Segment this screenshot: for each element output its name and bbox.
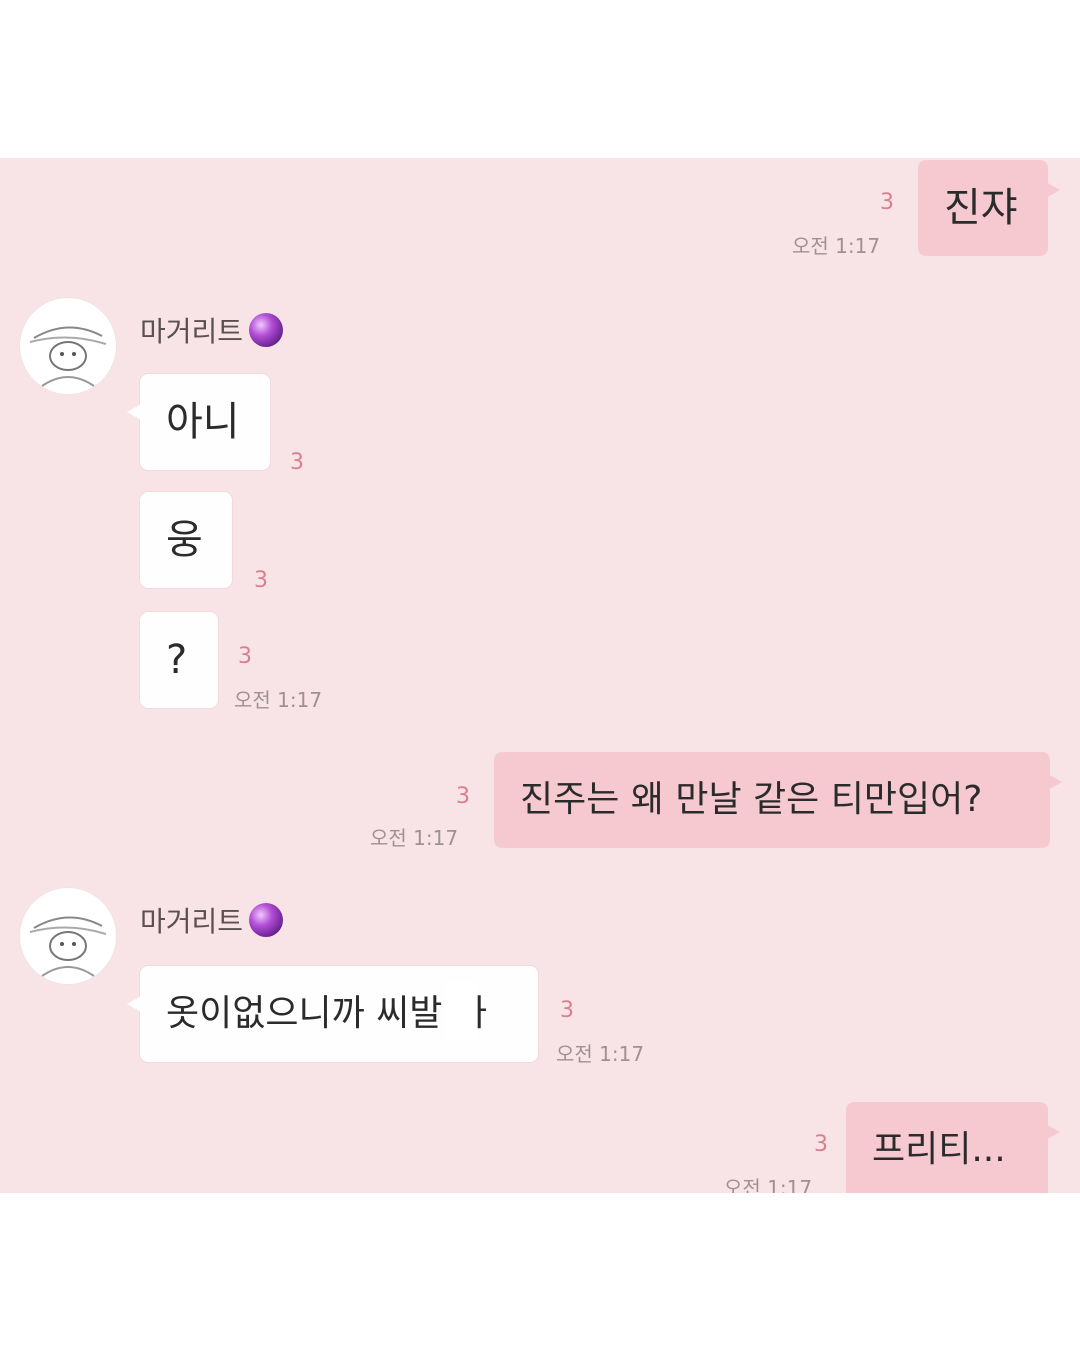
message-text: 프리티... <box>872 1129 1006 1170</box>
message-text: 아니 <box>166 399 240 445</box>
avatar[interactable] <box>20 298 116 394</box>
purple-gem-icon <box>249 313 284 347</box>
unread-count: 3 <box>814 1132 828 1157</box>
avatar[interactable] <box>20 888 116 984</box>
avatar-drawing-icon <box>29 916 107 977</box>
message-text: 진주는 왜 만날 같은 티만입어? <box>520 779 983 820</box>
unread-count: 3 <box>880 190 894 215</box>
chat-area: 3 오전 1:17 진쟈 마거리트 아니 3 웅 3 ? 3 오전 1:17 3… <box>0 158 1080 1193</box>
message-time: 오전 1:17 <box>370 826 459 850</box>
message-bubble-incoming[interactable]: ? <box>140 612 218 708</box>
message-time: 오전 1:17 <box>792 234 881 258</box>
message-text: 웅 <box>166 517 203 563</box>
message-time: 오전 1:17 <box>234 688 323 712</box>
sender-name: 마거리트 <box>140 310 284 350</box>
avatar-drawing-icon <box>29 326 107 387</box>
message-bubble-outgoing[interactable]: 진주는 왜 만날 같은 티만입어? <box>494 752 1062 848</box>
message-text: ? <box>166 637 188 683</box>
message-bubble-incoming[interactable]: 아니 <box>127 374 270 470</box>
purple-gem-icon <box>249 903 284 937</box>
redaction-patch <box>446 982 476 1040</box>
message-text: 옷이없으니까 씨발 아 <box>166 993 487 1034</box>
unread-count: 3 <box>254 568 268 593</box>
message-time: 오전 1:17 <box>556 1042 645 1066</box>
unread-count: 3 <box>290 450 304 475</box>
message-bubble-outgoing[interactable]: 진쟈 <box>918 160 1060 256</box>
unread-count: 3 <box>238 644 252 669</box>
message-text: 진쟈 <box>944 185 1018 231</box>
message-bubble-outgoing[interactable]: 프리티... <box>846 1102 1060 1193</box>
message-time: 오전 1:17 <box>724 1176 813 1193</box>
sender-name: 마거리트 <box>140 900 284 940</box>
sender-name-text: 마거리트 <box>140 315 244 348</box>
unread-count: 3 <box>560 998 574 1023</box>
sender-name-text: 마거리트 <box>140 905 244 938</box>
message-bubble-incoming[interactable]: 옷이없으니까 씨발 아 <box>127 966 538 1062</box>
unread-count: 3 <box>456 784 470 809</box>
message-bubble-incoming[interactable]: 웅 <box>140 492 232 588</box>
